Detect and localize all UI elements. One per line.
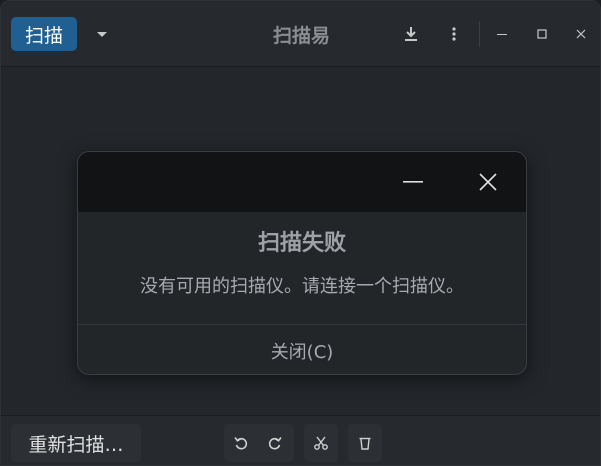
dialog-minimize-button[interactable] xyxy=(396,166,430,198)
rescan-button[interactable]: 重新扫描… xyxy=(11,424,141,462)
scan-failed-dialog: 扫描失败 没有可用的扫描仪。请连接一个扫描仪。 关闭(C) xyxy=(77,151,527,375)
close-icon xyxy=(479,173,497,191)
maximize-icon xyxy=(537,29,547,39)
download-icon xyxy=(405,27,417,41)
minimize-button[interactable] xyxy=(489,21,515,47)
header-separator xyxy=(479,21,480,47)
scan-options-button[interactable] xyxy=(87,19,117,49)
delete-icon xyxy=(359,437,371,450)
rotate-right-icon xyxy=(268,437,282,450)
crop-group xyxy=(304,424,338,462)
dialog-close-button[interactable] xyxy=(471,166,505,198)
more-vertical-icon xyxy=(452,27,456,41)
dialog-heading: 扫描失败 xyxy=(257,231,346,256)
dialog-dismiss-button[interactable]: 关闭(C) xyxy=(78,325,526,374)
close-icon xyxy=(576,29,586,39)
minimize-icon xyxy=(403,181,423,183)
delete-button[interactable] xyxy=(348,424,382,462)
dialog-message: 没有可用的扫描仪。请连接一个扫描仪。 xyxy=(140,276,464,297)
crop-button[interactable] xyxy=(304,424,338,462)
save-button[interactable] xyxy=(398,21,424,47)
delete-group xyxy=(348,424,382,462)
close-button[interactable] xyxy=(568,21,594,47)
rotate-left-icon xyxy=(234,437,248,450)
chevron-down-icon xyxy=(97,31,107,37)
header-bar: 扫描 扫描易 xyxy=(1,1,600,67)
crop-icon xyxy=(314,436,328,450)
dialog-titlebar xyxy=(78,152,526,212)
rotate-left-button[interactable] xyxy=(224,424,258,462)
menu-button[interactable] xyxy=(441,21,467,47)
minimize-icon xyxy=(497,34,507,35)
rotate-group xyxy=(224,424,294,462)
rotate-right-button[interactable] xyxy=(258,424,292,462)
bottom-toolbar: 重新扫描… xyxy=(1,415,600,465)
maximize-button[interactable] xyxy=(529,21,555,47)
scan-button[interactable]: 扫描 xyxy=(11,17,77,51)
